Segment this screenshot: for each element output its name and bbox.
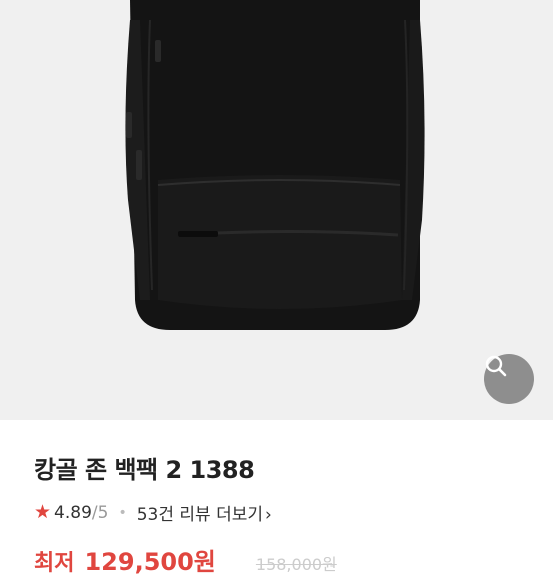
price-label: 최저 [34,551,75,576]
separator-dot: • [118,504,127,521]
search-icon [485,355,507,377]
zoom-button[interactable] [484,354,534,404]
price-value: 129,500원 [84,548,216,576]
backpack-illustration [125,0,425,330]
product-info: 캉골 존 백팩 2 1388 ★ 4.89 /5 • 53건 리뷰 더보기 › 최… [0,420,553,576]
product-image[interactable] [0,0,553,420]
rating-score: 4.89 [54,502,92,523]
product-title: 캉골 존 백팩 2 1388 [34,456,255,484]
chevron-right-icon: › [265,505,272,525]
reviews-link-label: 53건 리뷰 더보기 [136,505,263,525]
reviews-link[interactable]: 53건 리뷰 더보기 › [137,500,272,525]
rating-out-of: /5 [91,502,109,523]
rating-row: ★ 4.89 /5 • 53건 리뷰 더보기 › [34,500,272,526]
star-icon: ★ [34,501,52,523]
price-row: 최저 129,500원 158,000원 [34,542,337,577]
original-price: 158,000원 [255,555,337,574]
